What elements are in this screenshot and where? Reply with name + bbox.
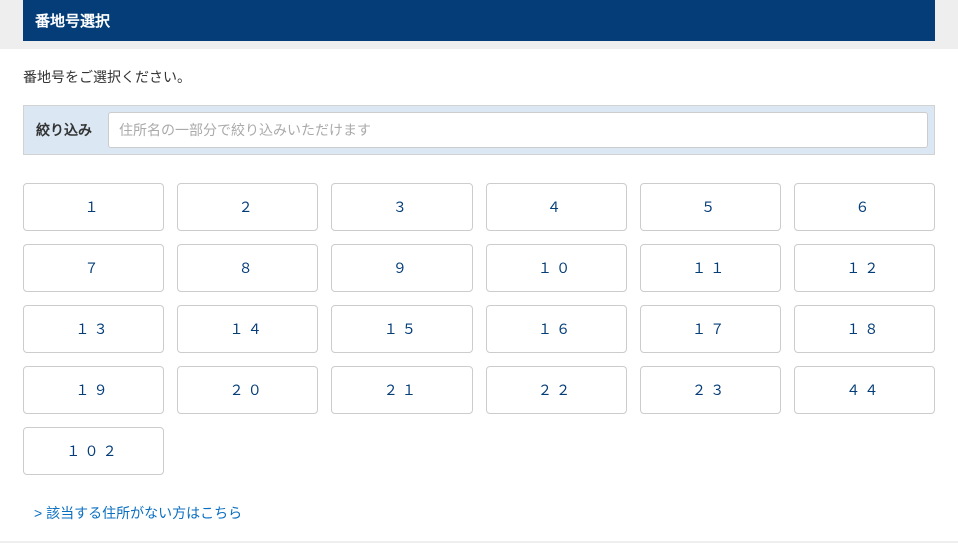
section-title: 番地号選択 (35, 13, 110, 30)
option-button[interactable]: １４ (177, 305, 318, 353)
option-button[interactable]: １２ (794, 244, 935, 292)
option-button[interactable]: ４４ (794, 366, 935, 414)
option-button[interactable]: １９ (23, 366, 164, 414)
option-button[interactable]: １３ (23, 305, 164, 353)
option-button[interactable]: １１ (640, 244, 781, 292)
page-container: 番地号選択 番地号をご選択ください。 絞り込み １２３４５６７８９１０１１１２１… (0, 0, 958, 543)
option-button[interactable]: １０ (486, 244, 627, 292)
filter-label: 絞り込み (23, 105, 104, 155)
section-header: 番地号選択 (23, 0, 935, 41)
footer-link-wrap: > 該当する住所がない方はこちら (0, 487, 958, 541)
no-match-link[interactable]: > 該当する住所がない方はこちら (34, 505, 242, 521)
option-button[interactable]: ３ (331, 183, 472, 231)
option-button[interactable]: ６ (794, 183, 935, 231)
option-button[interactable]: ２１ (331, 366, 472, 414)
option-button[interactable]: ５ (640, 183, 781, 231)
options-grid: １２３４５６７８９１０１１１２１３１４１５１６１７１８１９２０２１２２２３４４１… (23, 183, 935, 475)
option-button[interactable]: ９ (331, 244, 472, 292)
filter-row: 絞り込み (23, 105, 935, 155)
option-button[interactable]: ２２ (486, 366, 627, 414)
option-button[interactable]: １８ (794, 305, 935, 353)
option-button[interactable]: １６ (486, 305, 627, 353)
options-grid-wrap: １２３４５６７８９１０１１１２１３１４１５１６１７１８１９２０２１２２２３４４１… (0, 163, 958, 487)
filter-input-wrap (104, 105, 935, 155)
option-button[interactable]: １０２ (23, 427, 164, 475)
filter-input[interactable] (108, 112, 928, 148)
content-area: 番地号をご選択ください。 絞り込み １２３４５６７８９１０１１１２１３１４１５１… (0, 49, 958, 541)
option-button[interactable]: ２３ (640, 366, 781, 414)
option-button[interactable]: ４ (486, 183, 627, 231)
option-button[interactable]: ２０ (177, 366, 318, 414)
option-button[interactable]: ８ (177, 244, 318, 292)
option-button[interactable]: １５ (331, 305, 472, 353)
instruction-text: 番地号をご選択ください。 (0, 49, 958, 105)
option-button[interactable]: １７ (640, 305, 781, 353)
option-button[interactable]: ７ (23, 244, 164, 292)
option-button[interactable]: ２ (177, 183, 318, 231)
option-button[interactable]: １ (23, 183, 164, 231)
